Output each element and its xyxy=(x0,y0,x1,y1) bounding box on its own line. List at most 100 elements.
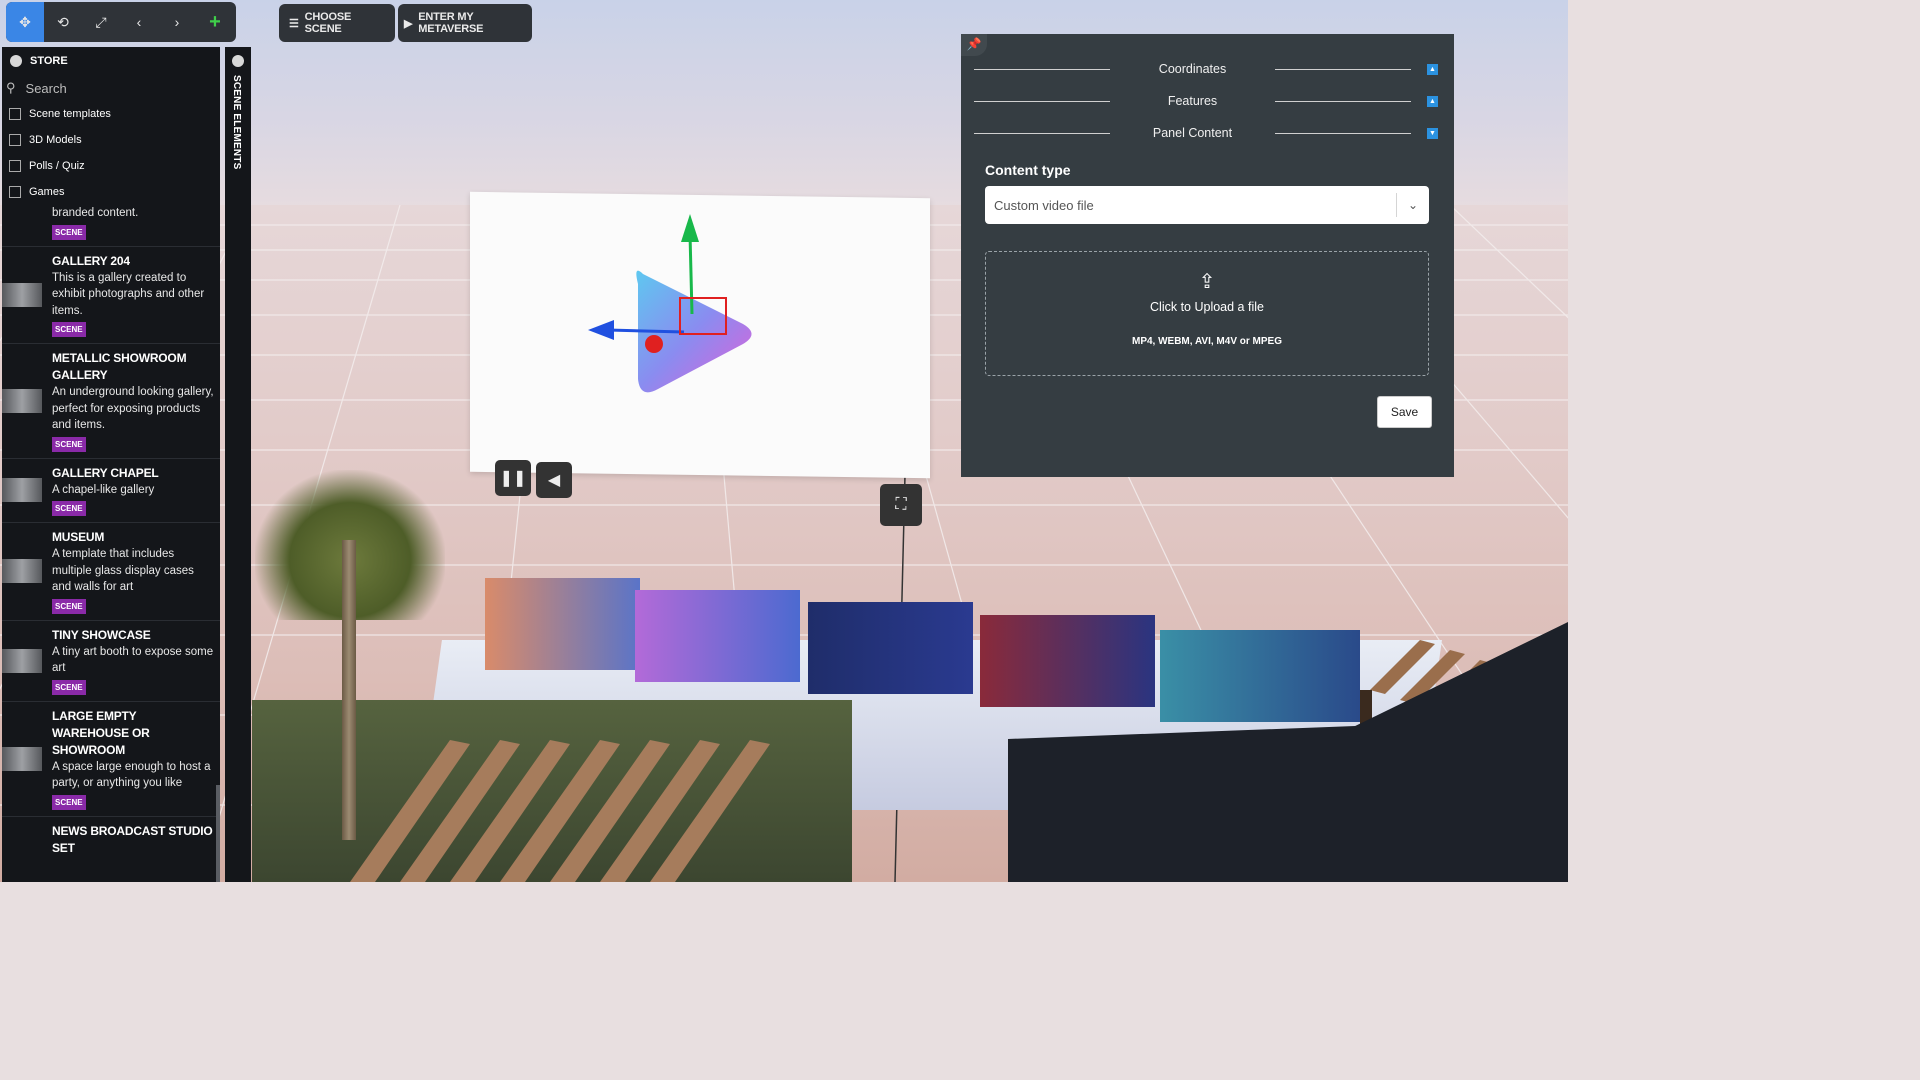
scene-badge: SCENE xyxy=(52,322,86,337)
list-item[interactable]: LARGE EMPTY WAREHOUSE OR SHOWROOM A spac… xyxy=(2,702,220,817)
thumbnail xyxy=(2,746,42,771)
store-panel: STORE ⚲ Search Scene templates 3D Models… xyxy=(2,47,220,882)
save-button[interactable]: Save xyxy=(1377,396,1432,428)
container-booth xyxy=(485,578,640,670)
section-features[interactable]: Features ▲ xyxy=(974,90,1438,112)
checkbox[interactable] xyxy=(9,134,21,146)
wooden-pergola xyxy=(350,740,770,882)
divider xyxy=(974,100,1110,102)
item-desc: A space large enough to host a party, or… xyxy=(52,760,211,790)
chevron-up-icon[interactable]: ▲ xyxy=(1427,63,1438,75)
section-label: Coordinates xyxy=(1158,62,1227,76)
scene-badge: SCENE xyxy=(52,501,86,516)
scrollbar[interactable] xyxy=(216,785,220,882)
transform-toolbar: ✥ ⟲ ⤢ ‹ › + xyxy=(6,2,236,42)
item-desc: branded content. xyxy=(52,207,139,219)
scene-elements-label: SCENE ELEMENTS xyxy=(231,75,242,170)
thumbnail xyxy=(2,648,42,673)
rotate-icon[interactable]: ⟲ xyxy=(44,2,82,42)
scene-badge: SCENE xyxy=(52,679,86,695)
add-icon[interactable]: + xyxy=(196,2,234,42)
pause-icon[interactable]: ❚❚ xyxy=(495,460,531,496)
move-icon[interactable]: ✥ xyxy=(6,2,44,42)
list-item[interactable]: TINY SHOWCASE A tiny art booth to expose… xyxy=(2,621,220,702)
divider xyxy=(974,132,1110,134)
divider xyxy=(1275,132,1411,134)
item-title: NEWS BROADCAST STUDIO SET xyxy=(52,823,213,855)
filter-polls-quiz[interactable]: Polls / Quiz xyxy=(2,153,220,179)
fullscreen-icon[interactable]: ⛶ xyxy=(880,484,922,526)
filter-label: Scene templates xyxy=(29,108,111,120)
filter-games[interactable]: Games xyxy=(2,179,220,205)
container-booth xyxy=(808,602,973,694)
divider xyxy=(1275,100,1411,102)
container-booth xyxy=(635,590,800,682)
list-item[interactable]: METALLIC SHOWROOM GALLERY An underground… xyxy=(2,344,220,459)
container-booth xyxy=(1160,630,1360,722)
divider xyxy=(974,68,1110,70)
redo-icon[interactable]: › xyxy=(158,2,196,42)
scene-elements-tab[interactable]: SCENE ELEMENTS xyxy=(225,47,251,882)
list-item[interactable]: GALLERY CHAPEL A chapel-like gallery SCE… xyxy=(2,459,220,523)
item-title: GALLERY CHAPEL xyxy=(52,465,159,480)
undo-icon[interactable]: ‹ xyxy=(120,2,158,42)
scene-badge: SCENE xyxy=(52,598,86,614)
scale-icon[interactable]: ⤢ xyxy=(82,2,120,42)
volume-icon[interactable]: ◀ xyxy=(536,462,572,498)
list-item[interactable]: NEWS BROADCAST STUDIO SET xyxy=(2,817,220,863)
filter-label: Games xyxy=(29,186,65,198)
item-desc: An underground looking gallery, perfect … xyxy=(52,386,214,431)
thumbnail xyxy=(2,478,42,503)
container-booth xyxy=(980,615,1155,707)
choose-scene-label: CHOOSE SCENE xyxy=(304,11,352,35)
search-icon: ⚲ xyxy=(6,80,16,95)
item-desc: A tiny art booth to expose some art xyxy=(52,645,214,675)
collapse-icon[interactable] xyxy=(232,55,244,67)
filter-label: 3D Models xyxy=(29,134,82,146)
filter-3d-models[interactable]: 3D Models xyxy=(2,127,220,153)
pin-icon[interactable]: 📌 xyxy=(961,34,987,56)
upload-formats: MP4, WEBM, AVI, M4V or MPEG xyxy=(1131,336,1282,347)
search-placeholder: Search xyxy=(25,80,67,96)
item-desc: A template that includes multiple glass … xyxy=(52,548,194,593)
play-logo-icon xyxy=(588,214,752,393)
enter-metaverse-label: ENTER MY METAVERSE xyxy=(418,11,484,35)
list-item[interactable]: GALLERY 204 This is a gallery created to… xyxy=(2,247,220,344)
chevron-up-icon[interactable]: ▲ xyxy=(1427,95,1438,107)
checkbox[interactable] xyxy=(9,160,21,172)
item-title: MUSEUM xyxy=(52,530,105,544)
file-upload-dropzone[interactable]: ⇪ Click to Upload a file MP4, WEBM, AVI,… xyxy=(985,251,1429,376)
list-item[interactable]: branded content. SCENE xyxy=(2,203,220,247)
item-title: GALLERY 204 xyxy=(52,253,130,268)
enter-metaverse-button[interactable]: ▶ ENTER MY METAVERSE xyxy=(398,4,532,42)
store-list: branded content. SCENE GALLERY 204 This … xyxy=(2,203,220,863)
checkbox[interactable] xyxy=(9,108,21,120)
item-title: METALLIC SHOWROOM GALLERY xyxy=(52,351,187,382)
content-type-label: Content type xyxy=(985,162,1071,178)
scene-badge: SCENE xyxy=(52,224,86,240)
upload-text: Click to Upload a file xyxy=(1150,300,1264,314)
scene-badge: SCENE xyxy=(52,794,86,810)
chevron-down-icon[interactable]: ▼ xyxy=(1427,127,1438,139)
thumbnail xyxy=(2,282,42,307)
content-type-select[interactable]: Custom video file ⌄ xyxy=(985,186,1429,224)
checkbox[interactable] xyxy=(9,186,21,198)
properties-panel: 📌 Coordinates ▲ Features ▲ Panel Content… xyxy=(961,34,1454,477)
upload-icon: ⇪ xyxy=(1198,271,1216,293)
list-icon: ☰ xyxy=(289,17,299,30)
divider xyxy=(1275,68,1411,70)
store-title: STORE xyxy=(30,55,68,67)
section-coordinates[interactable]: Coordinates ▲ xyxy=(974,58,1438,80)
chevron-down-icon[interactable]: ⌄ xyxy=(1397,198,1429,212)
filter-scene-templates[interactable]: Scene templates xyxy=(2,101,220,127)
section-label: Features xyxy=(1167,94,1218,108)
thumbnail xyxy=(2,388,42,413)
list-item[interactable]: MUSEUM A template that includes multiple… xyxy=(2,523,220,621)
search-input[interactable]: ⚲ Search xyxy=(2,75,220,101)
store-header[interactable]: STORE xyxy=(2,47,220,75)
item-desc: This is a gallery created to exhibit pho… xyxy=(52,271,205,317)
item-title: LARGE EMPTY WAREHOUSE OR SHOWROOM xyxy=(52,708,150,757)
choose-scene-button[interactable]: ☰ CHOOSE SCENE xyxy=(279,4,395,42)
section-panel-content[interactable]: Panel Content ▼ xyxy=(974,122,1438,144)
collapse-icon[interactable] xyxy=(10,55,22,67)
